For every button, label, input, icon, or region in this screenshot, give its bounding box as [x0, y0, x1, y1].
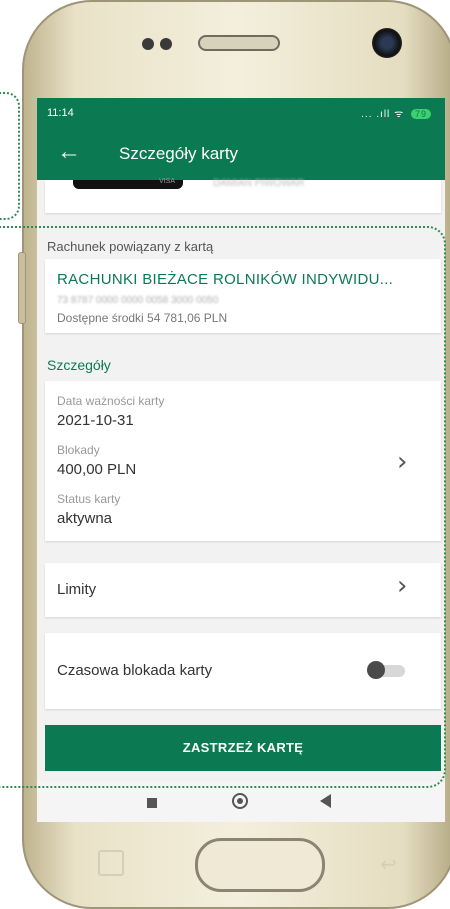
signal-icon: ... .ıll: [361, 109, 391, 120]
status-time: 11:14: [47, 107, 74, 119]
card-logo: VISA: [159, 178, 175, 185]
app-bar: ← Szczegóły karty: [37, 128, 445, 180]
android-navbar: [37, 782, 445, 822]
status-bar: 11:14 ... .ıll ᯤ 79: [37, 98, 445, 128]
card-owner: DAMIAN PIWOWAR: [213, 178, 305, 189]
battery-icon: 79: [410, 109, 431, 119]
wifi-icon: ᯤ: [394, 109, 405, 120]
annotation-frame-account: [0, 226, 446, 788]
annotation-frame-left: [0, 92, 20, 220]
home-hardware-button[interactable]: [195, 838, 325, 892]
back-icon[interactable]: [320, 794, 331, 808]
card-image: VISA: [73, 178, 183, 189]
home-icon[interactable]: [232, 793, 248, 809]
recent-apps-icon[interactable]: [147, 798, 157, 808]
front-camera-icon: [372, 28, 402, 58]
back-hw-icon: ↩: [380, 854, 397, 876]
recent-apps-hw-icon: [98, 850, 124, 876]
status-icons: ... .ıll ᯤ 79: [361, 106, 431, 120]
sensor-icon: [160, 38, 172, 50]
back-arrow-icon[interactable]: ←: [57, 138, 81, 166]
speaker-grille: [198, 35, 280, 51]
sensor-icon: [142, 38, 154, 50]
page-title: Szczegóły karty: [119, 144, 239, 163]
card-preview: VISA DAMIAN PIWOWAR: [45, 178, 441, 213]
